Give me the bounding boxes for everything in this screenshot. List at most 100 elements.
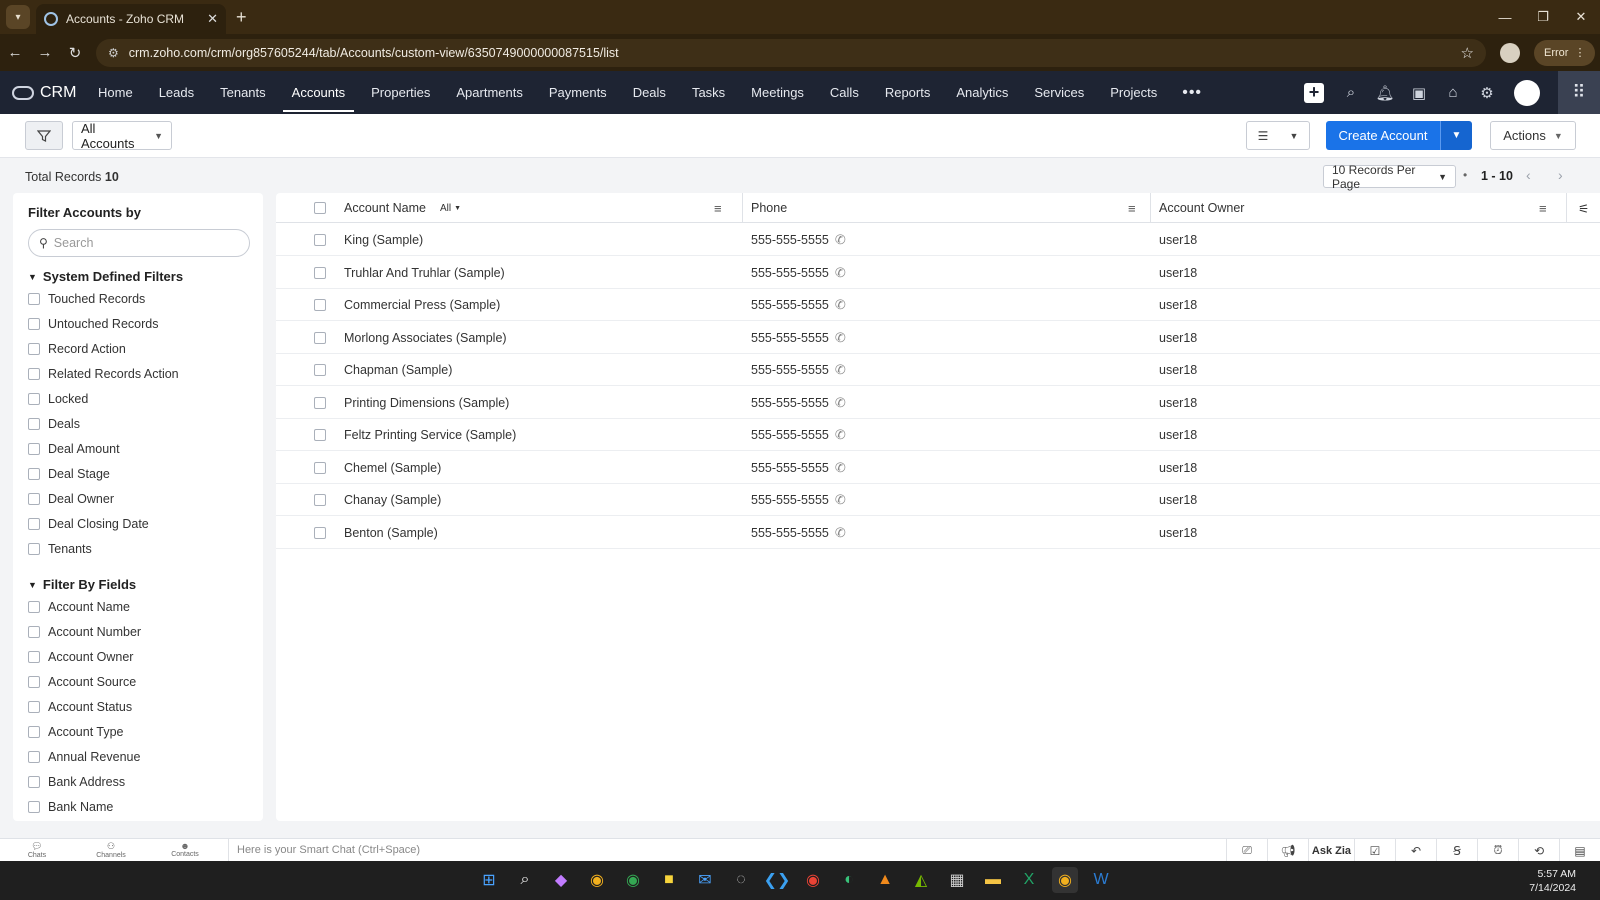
next-page-icon[interactable]: ›: [1558, 167, 1563, 183]
close-window-icon[interactable]: ✕: [1562, 0, 1600, 34]
filter-search-input[interactable]: ⚲ Search: [28, 229, 250, 257]
chat-tab-chats[interactable]: 💬︎ Chats: [0, 841, 74, 859]
row-checkbox[interactable]: [314, 517, 326, 549]
phone-number[interactable]: 555-555-5555: [751, 526, 829, 540]
mail-icon[interactable]: ✉: [692, 867, 718, 893]
nav-item-reports[interactable]: Reports: [872, 71, 944, 114]
account-name-cell[interactable]: Chemel (Sample): [344, 452, 441, 484]
checkbox[interactable]: [28, 626, 40, 638]
url-field[interactable]: ⚙ crm.zoho.com/crm/org857605244/tab/Acco…: [96, 38, 1486, 67]
filter-option-deal-closing-date[interactable]: Deal Closing Date: [28, 517, 149, 531]
view-mode-select[interactable]: ☰ ▼: [1246, 121, 1310, 150]
more-modules-icon[interactable]: •••: [1170, 84, 1214, 102]
row-checkbox[interactable]: [314, 322, 326, 354]
table-row[interactable]: Morlong Associates (Sample) 555-555-5555 ✆…: [276, 322, 1600, 354]
phone-call-icon[interactable]: ✆: [835, 460, 846, 476]
nav-item-calls[interactable]: Calls: [817, 71, 872, 114]
checkbox[interactable]: [28, 651, 40, 663]
alarm-icon[interactable]: ⏰︎: [1477, 839, 1518, 862]
account-name-cell[interactable]: Chanay (Sample): [344, 484, 441, 516]
row-checkbox[interactable]: [314, 354, 326, 386]
table-row[interactable]: Chemel (Sample) 555-555-5555 ✆ user18: [276, 452, 1600, 484]
filter-option-untouched-records[interactable]: Untouched Records: [28, 317, 158, 331]
filter-option-record-action[interactable]: Record Action: [28, 342, 126, 356]
checkbox[interactable]: [28, 293, 40, 305]
filter-option-deals[interactable]: Deals: [28, 417, 80, 431]
filter-option-account-source[interactable]: Account Source: [28, 675, 136, 689]
checkbox[interactable]: [28, 493, 40, 505]
checkbox[interactable]: [28, 543, 40, 555]
create-account-dropdown-icon[interactable]: ▼: [1440, 121, 1472, 150]
phone-call-icon[interactable]: ✆: [835, 395, 846, 411]
filter-option-touched-records[interactable]: Touched Records: [28, 292, 145, 306]
quick-create-icon[interactable]: +: [1304, 82, 1324, 103]
row-checkbox[interactable]: [314, 289, 326, 321]
account-name-cell[interactable]: Benton (Sample): [344, 517, 438, 549]
checkbox[interactable]: [28, 318, 40, 330]
table-row[interactable]: Truhlar And Truhlar (Sample) 555-555-5555…: [276, 257, 1600, 289]
phone-call-icon[interactable]: ✆: [835, 492, 846, 508]
table-row[interactable]: Chapman (Sample) 555-555-5555 ✆ user18: [276, 354, 1600, 386]
crm-brand[interactable]: CRM: [0, 84, 85, 102]
nav-item-leads[interactable]: Leads: [146, 71, 207, 114]
vscode-icon[interactable]: ❮❯: [764, 867, 791, 893]
sticky-notes-icon[interactable]: ■: [656, 867, 682, 893]
row-checkbox[interactable]: [314, 257, 326, 289]
calculator-icon[interactable]: ▦: [944, 867, 970, 893]
new-tab-button[interactable]: +: [236, 7, 247, 28]
account-name-cell[interactable]: King (Sample): [344, 224, 423, 256]
filter-option-locked[interactable]: Locked: [28, 392, 88, 406]
checkbox[interactable]: [28, 676, 40, 688]
column-divider[interactable]: [742, 193, 743, 223]
word-icon[interactable]: W: [1088, 867, 1114, 893]
account-name-cell[interactable]: Truhlar And Truhlar (Sample): [344, 257, 505, 289]
checkbox[interactable]: [28, 343, 40, 355]
browser-tab[interactable]: Accounts - Zoho CRM ✕: [36, 4, 226, 34]
column-phone[interactable]: Phone ≡: [751, 193, 1151, 223]
filter-toggle-button[interactable]: [25, 121, 63, 150]
filter-option-deal-amount[interactable]: Deal Amount: [28, 442, 120, 456]
phone-number[interactable]: 555-555-5555: [751, 331, 829, 345]
previous-page-icon[interactable]: ‹: [1526, 167, 1531, 183]
checkbox[interactable]: [28, 368, 40, 380]
records-per-page-select[interactable]: 10 Records Per Page ▼: [1323, 163, 1456, 191]
phone-number[interactable]: 555-555-5555: [751, 428, 829, 442]
system-defined-filters-group[interactable]: ▼ System Defined Filters: [28, 269, 183, 284]
checkbox[interactable]: [28, 751, 40, 763]
filter-option-bank-name[interactable]: Bank Name: [28, 800, 113, 814]
filter-option-account-name[interactable]: Account Name: [28, 600, 130, 614]
smart-chat-input[interactable]: Here is your Smart Chat (Ctrl+Space): [228, 838, 1248, 862]
translate-icon[interactable]: Ꞩ: [1436, 839, 1477, 862]
row-checkbox[interactable]: [314, 419, 326, 451]
table-row[interactable]: Chanay (Sample) 555-555-5555 ✆ user18: [276, 484, 1600, 516]
chrome-active-icon[interactable]: ◉: [1052, 867, 1078, 893]
column-menu-icon[interactable]: ≡: [1539, 201, 1547, 216]
nav-item-deals[interactable]: Deals: [620, 71, 679, 114]
select-all-checkbox[interactable]: [314, 193, 326, 223]
file-explorer-icon[interactable]: ▬: [980, 867, 1006, 893]
phone-number[interactable]: 555-555-5555: [751, 396, 829, 410]
chrome-icon[interactable]: ◉: [584, 867, 610, 893]
notes-icon[interactable]: ▤: [1559, 839, 1600, 862]
undo-icon[interactable]: ↶: [1395, 839, 1436, 862]
announcement-icon[interactable]: 📢︎: [1267, 839, 1308, 862]
table-row[interactable]: King (Sample) 555-555-5555 ✆ user18: [276, 224, 1600, 256]
apps-grid-icon[interactable]: ⠿: [1558, 71, 1600, 114]
phone-number[interactable]: 555-555-5555: [751, 461, 829, 475]
row-checkbox[interactable]: [314, 387, 326, 419]
checkbox[interactable]: [28, 776, 40, 788]
calendar-icon[interactable]: ▣: [1402, 84, 1436, 102]
zia-check-icon[interactable]: ☑: [1354, 839, 1395, 862]
screen-share-icon[interactable]: ⎚: [1226, 839, 1267, 862]
windows-start-icon[interactable]: ⊞: [476, 867, 502, 893]
back-icon[interactable]: ←: [0, 44, 30, 61]
account-name-cell[interactable]: Chapman (Sample): [344, 354, 452, 386]
close-tab-icon[interactable]: ✕: [207, 11, 218, 27]
nav-item-apartments[interactable]: Apartments: [443, 71, 535, 114]
minimize-icon[interactable]: —: [1486, 0, 1524, 34]
nav-item-projects[interactable]: Projects: [1097, 71, 1170, 114]
excel-icon[interactable]: X: [1016, 867, 1042, 893]
filter-option-bank-address[interactable]: Bank Address: [28, 775, 125, 789]
chat-tab-contacts[interactable]: ☻ Contacts: [148, 841, 222, 859]
vlc-icon[interactable]: ▲: [872, 867, 898, 893]
